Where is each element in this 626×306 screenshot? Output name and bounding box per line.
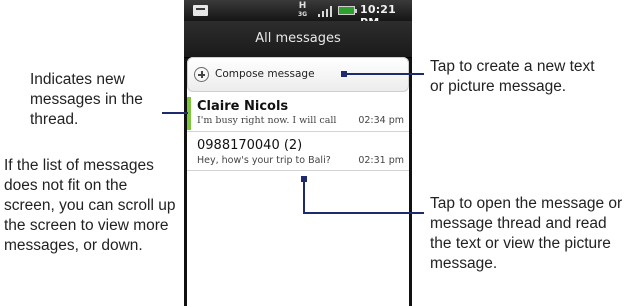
callout-line-thread-horizontal [303, 212, 424, 214]
annotation-scroll: If the list of messages does not fit on … [4, 157, 176, 254]
callout-line-thread-vertical [303, 179, 305, 213]
thread-row[interactable]: 0988170040 (2) Hey, how's your trip to B… [187, 132, 409, 171]
message-list-panel: Compose message Claire Nicols I'm busy r… [187, 57, 409, 306]
thread-snippet: Hey, how's your trip to Bali? [197, 155, 331, 166]
phone-screen: H 3G 10:21 PM All messages Compose messa… [184, 0, 412, 306]
compose-message-button[interactable]: Compose message [187, 57, 409, 92]
notification-icon [193, 5, 208, 16]
battery-icon [338, 6, 357, 15]
annotation-compose: Tap to create a new text or picture mess… [430, 58, 595, 95]
thread-name: Claire Nicols [197, 99, 289, 114]
page-title: All messages [255, 31, 341, 46]
thread-row[interactable]: Claire Nicols I'm busy right now. I will… [187, 95, 409, 132]
thread-name: 0988170040 (2) [197, 138, 303, 153]
thread-time: 02:31 pm [358, 155, 404, 166]
plus-icon [194, 67, 209, 82]
title-bar: All messages [184, 21, 412, 58]
status-bar: H 3G 10:21 PM [184, 0, 412, 29]
annotation-open: Tap to open the message or message threa… [430, 195, 623, 272]
callout-line-compose [347, 73, 424, 75]
thread-list[interactable]: Claire Nicols I'm busy right now. I will… [187, 95, 409, 171]
network-type-label: H [298, 1, 307, 11]
annotation-new-messages: Indicates new messages in the thread. [30, 71, 143, 128]
new-message-indicator [187, 97, 191, 130]
network-type-sub: 3G [298, 11, 308, 18]
compose-message-label: Compose message [215, 68, 315, 80]
thread-snippet: I'm busy right now. I will call [197, 115, 337, 126]
network-type-icon: H 3G [298, 1, 308, 19]
callout-line-new-messages [162, 112, 188, 114]
thread-time: 02:34 pm [358, 115, 404, 126]
signal-icon [318, 6, 332, 17]
